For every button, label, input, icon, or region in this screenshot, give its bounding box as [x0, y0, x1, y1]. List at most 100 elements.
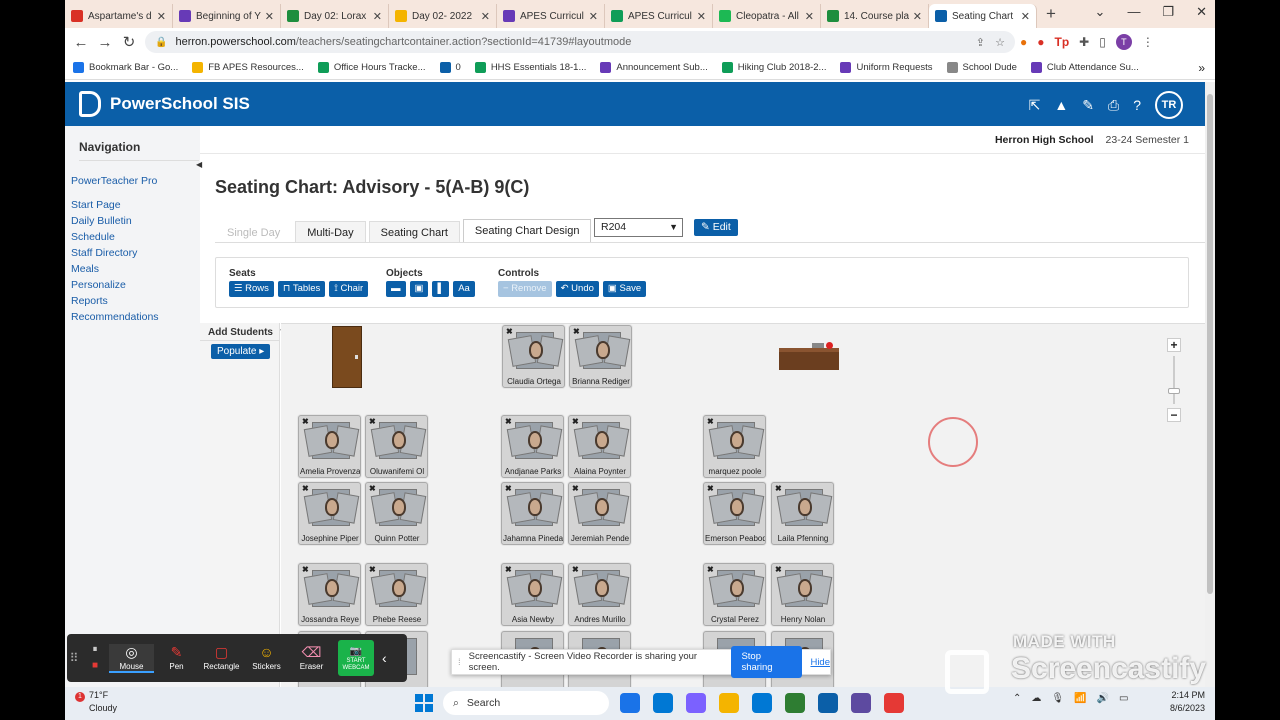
tab-seating-chart[interactable]: Seating Chart	[368, 221, 460, 243]
remove-seat-icon[interactable]: ✖	[505, 565, 512, 574]
bookmark-item[interactable]: Uniform Requests	[840, 62, 933, 73]
close-tab-icon[interactable]: ✕	[265, 10, 274, 23]
scrollbar-thumb[interactable]	[1207, 94, 1213, 594]
save-button[interactable]: ▣ Save	[602, 281, 647, 297]
notes-icon[interactable]: ✎	[1082, 97, 1094, 114]
close-tab-icon[interactable]: ✕	[697, 10, 706, 23]
taskbar-app-icon[interactable]	[884, 693, 904, 713]
object-button[interactable]: ▣	[409, 281, 429, 297]
pause-icon[interactable]: ⏸	[81, 642, 109, 658]
forward-button[interactable]: →	[93, 34, 117, 51]
close-tab-icon[interactable]: ✕	[913, 10, 922, 23]
object-button[interactable]: ▌	[432, 281, 450, 297]
student-seat[interactable]: ✖ Andjanae Parks	[501, 415, 564, 478]
bookmark-item[interactable]: Club Attendance Su...	[1030, 62, 1139, 73]
bookmark-item[interactable]: FB APES Resources...	[192, 62, 304, 73]
remove-seat-icon[interactable]: ✖	[505, 417, 512, 426]
remove-seat-icon[interactable]: ✖	[302, 417, 309, 426]
browser-tab[interactable]: Aspartame's d ✕	[65, 4, 173, 28]
chevron-down-icon[interactable]: ⌄	[1095, 4, 1106, 20]
bookmark-item[interactable]: Office Hours Tracke...	[317, 62, 426, 73]
term-selector[interactable]: 23-24 Semester 1	[1106, 134, 1189, 146]
extension-icon[interactable]: ●	[1020, 35, 1027, 49]
nav-link-meals[interactable]: Meals	[71, 263, 200, 275]
collapse-nav-icon[interactable]: ◀	[196, 160, 202, 169]
tables-button[interactable]: ⊓ Tables	[277, 281, 326, 297]
pen-tool-button[interactable]: ✎ Pen	[154, 644, 199, 673]
close-tab-icon[interactable]: ✕	[373, 10, 382, 23]
populate-button[interactable]: Populate ▸	[211, 344, 271, 359]
profile-avatar[interactable]: T	[1115, 34, 1132, 50]
taskbar-app-icon[interactable]	[752, 693, 772, 713]
app-logo[interactable]: PowerSchool SIS	[79, 91, 250, 117]
remove-seat-icon[interactable]: ✖	[505, 484, 512, 493]
edit-room-button[interactable]: ✎ Edit	[694, 219, 738, 236]
student-seat[interactable]: ✖ Josephine Piper	[298, 482, 361, 545]
student-seat[interactable]: ✖ Phebe Reese	[365, 563, 428, 626]
bookmark-item[interactable]: Announcement Sub...	[600, 62, 708, 73]
nav-link-daily-bulletin[interactable]: Daily Bulletin	[71, 215, 200, 227]
remove-seat-icon[interactable]: ✖	[369, 484, 376, 493]
nav-link-recommendations[interactable]: Recommendations	[71, 311, 200, 323]
nav-link-reports[interactable]: Reports	[71, 295, 200, 307]
bookmark-item[interactable]: 0	[439, 62, 461, 73]
taskbar-search[interactable]: ⌕ Search	[443, 691, 609, 715]
maximize-button[interactable]: ❐	[1162, 4, 1174, 20]
student-seat[interactable]: ✖ Emerson Peabody	[703, 482, 766, 545]
remove-seat-icon[interactable]: ✖	[302, 484, 309, 493]
student-seat[interactable]: ✖ Amelia Provenza	[298, 415, 361, 478]
student-seat[interactable]: ✖ Oluwanifemi Ol	[365, 415, 428, 478]
user-avatar[interactable]: TR	[1155, 91, 1183, 119]
teacher-desk-object[interactable]	[779, 342, 839, 374]
bookmark-item[interactable]: School Dude	[946, 62, 1017, 73]
student-seat[interactable]: ✖ Quinn Potter	[365, 482, 428, 545]
bookmark-item[interactable]: Bookmark Bar - Go...	[73, 62, 178, 73]
undo-button[interactable]: ↶ Undo	[555, 281, 599, 297]
zoom-in-button[interactable]: +	[1167, 338, 1181, 352]
browser-tab[interactable]: Day 02: Lorax ✕	[281, 4, 389, 28]
menu-icon[interactable]: ⋮	[1142, 35, 1154, 49]
nav-link-powerteacher-pro[interactable]: PowerTeacher Pro	[71, 175, 200, 187]
object-button[interactable]: ▬	[386, 281, 406, 297]
taskbar-app-icon[interactable]	[719, 693, 739, 713]
nav-link-staff-directory[interactable]: Staff Directory	[71, 247, 200, 259]
remove-seat-icon[interactable]: ✖	[369, 565, 376, 574]
student-seat[interactable]: ✖ Jeremiah Pende	[568, 482, 631, 545]
browser-tab[interactable]: APES Curricul ✕	[497, 4, 605, 28]
close-tab-icon[interactable]: ✕	[481, 10, 490, 23]
student-seat[interactable]: ✖ Crystal Perez	[703, 563, 766, 626]
stop-sharing-button[interactable]: Stop sharing	[731, 646, 803, 678]
share-icon[interactable]: ⇪	[976, 36, 985, 49]
page-scrollbar[interactable]	[1205, 82, 1215, 687]
taskbar-app-icon[interactable]	[653, 693, 673, 713]
weather-widget[interactable]: 1 71°F Cloudy	[75, 689, 117, 714]
minimize-button[interactable]: —	[1127, 4, 1140, 20]
remove-seat-icon[interactable]: ✖	[707, 565, 714, 574]
door-object[interactable]	[332, 326, 362, 388]
browser-tab[interactable]: Seating Chart ✕	[929, 4, 1037, 28]
student-seat[interactable]: ✖ Alaina Poynter	[568, 415, 631, 478]
student-seat[interactable]: ✖ Henry Nolan	[771, 563, 834, 626]
remove-seat-icon[interactable]: ✖	[572, 417, 579, 426]
student-seat[interactable]: ✖ Brianna Rediger	[569, 325, 632, 388]
zoom-slider-handle[interactable]	[1168, 388, 1180, 394]
bookmark-item[interactable]: HHS Essentials 18-1...	[474, 62, 586, 73]
close-tab-icon[interactable]: ✕	[589, 10, 598, 23]
object-button[interactable]: Aa	[453, 281, 475, 297]
alert-icon[interactable]: ▲	[1054, 97, 1068, 113]
remove-seat-icon[interactable]: ✖	[775, 565, 782, 574]
remove-seat-icon[interactable]: ✖	[573, 327, 580, 336]
close-tab-icon[interactable]: ✕	[1021, 10, 1030, 23]
tab-multi-day[interactable]: Multi-Day	[295, 221, 366, 243]
browser-tab[interactable]: Day 02- 2022 ✕	[389, 4, 497, 28]
extension-icon[interactable]: ●	[1037, 35, 1044, 49]
start-webcam-button[interactable]: 📷 START WEBCAM	[338, 640, 374, 676]
drag-handle-icon[interactable]: ⁞	[458, 657, 461, 668]
hide-banner-link[interactable]: Hide	[810, 657, 830, 668]
remove-button[interactable]: − Remove	[498, 281, 552, 297]
stickers-tool-button[interactable]: ☺ Stickers	[244, 644, 289, 673]
mouse-tool-button[interactable]: ◎ Mouse	[109, 643, 154, 673]
puzzle-icon[interactable]: ✚	[1079, 35, 1089, 49]
nav-link-start-page[interactable]: Start Page	[71, 199, 200, 211]
star-icon[interactable]: ☆	[995, 36, 1005, 49]
